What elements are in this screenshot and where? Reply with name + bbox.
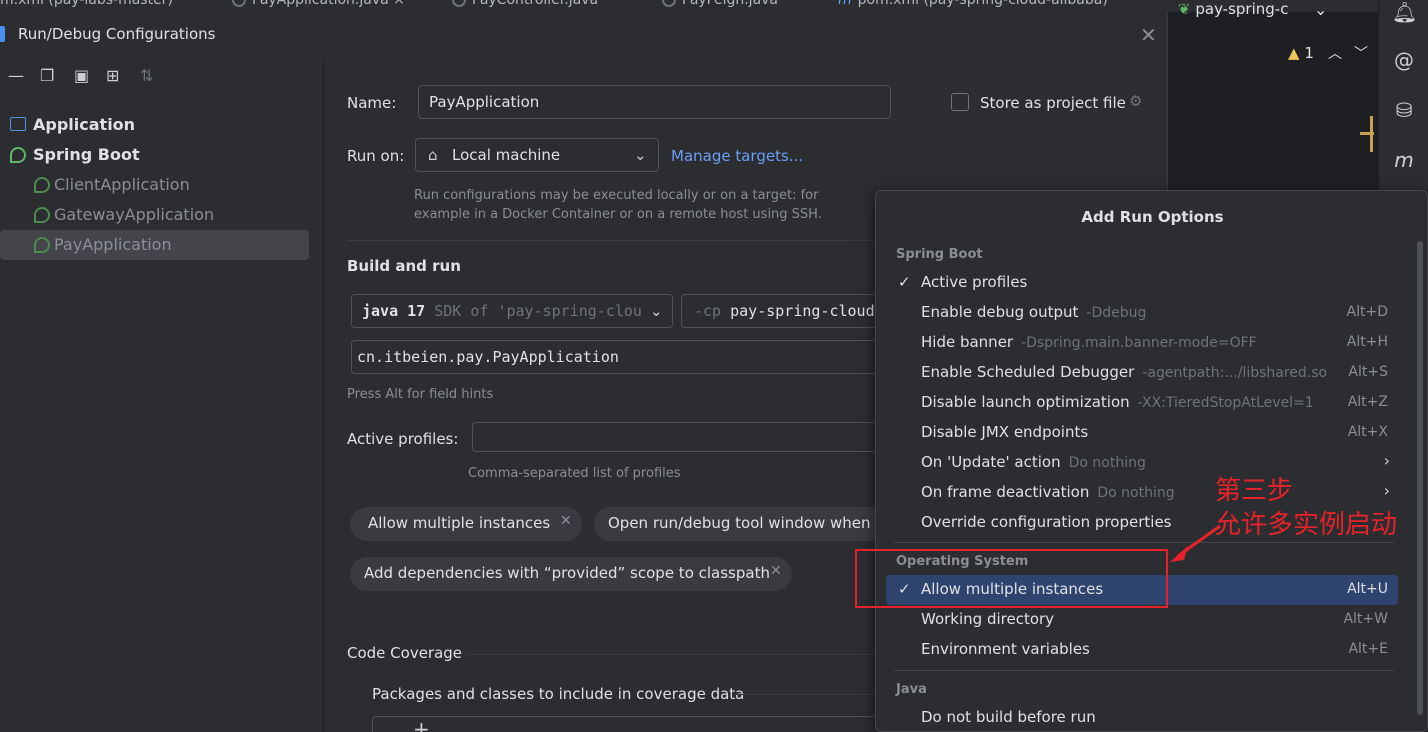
dialog-title: Run/Debug Configurations [18,25,216,43]
annotation-highlight-box [855,549,1168,608]
spring-boot-icon [34,207,50,223]
spring-boot-icon [34,237,50,253]
name-label: Name: [347,94,397,112]
application-icon [10,117,26,131]
main-class-field[interactable]: cn.itbeien.pay.PayApplication [351,340,881,374]
chevron-down-icon: ⌄ [634,146,647,164]
tree-item-application[interactable]: Application [0,110,309,140]
annotation-arrow [1170,524,1221,562]
editor-tab[interactable]: PayApplication.java × [232,0,405,8]
change-marker [1360,132,1374,135]
store-project-label: Store as project file [980,94,1126,112]
class-icon [232,0,246,7]
divider [467,654,877,655]
tree-item-config-selected[interactable]: PayApplication [0,230,309,260]
maven-icon: m [838,0,852,8]
sort-icon[interactable]: ⇅ [140,66,153,85]
close-icon[interactable]: ✕ [1140,23,1157,47]
group-header: Spring Boot [896,247,983,262]
gear-icon[interactable]: ⚙ [1129,92,1142,110]
option-working-directory[interactable]: Working directory Alt+W [886,605,1398,635]
config-tree-pane: — ❐ ▣ ⊞ ⇅ Application Spring Boot Client… [0,58,324,732]
run-on-hint: Run configurations may be executed local… [414,188,819,203]
section-title: Code Coverage [347,644,463,662]
jdk-select[interactable]: java 17 SDK of 'pay-spring-clou ⌄ [351,294,673,328]
warning-indicator[interactable]: ▲ 1 [1288,44,1314,62]
run-on-label: Run on: [347,147,405,165]
editor-tab-bar: m.xml (pay-labs-master) PayApplication.j… [0,0,1378,12]
option-disable-jmx[interactable]: Disable JMX endpoints Alt+X [886,418,1398,448]
active-profiles-field[interactable] [472,422,881,452]
popup-title: Add Run Options [1081,208,1224,226]
tree-item-spring-boot[interactable]: Spring Boot [0,140,309,170]
divider [894,542,1394,543]
option-enable-debug-output[interactable]: Enable debug output -Ddebug Alt+D [886,298,1398,328]
chip-allow-multiple[interactable]: Allow multiple instances ✕ [350,507,582,541]
group-header: Java [896,682,927,697]
name-field[interactable]: PayApplication [418,85,891,119]
editor-tab[interactable]: m pom.xml (pay-spring-cloud-alibaba) [838,0,1108,8]
classpath-select[interactable]: -cp pay-spring-cloud [681,294,881,328]
spring-boot-icon [10,147,26,163]
option-do-not-build[interactable]: Do not build before run [886,703,1398,731]
chevron-up-icon[interactable]: ︿ [1328,43,1342,63]
add-icon[interactable]: + [413,717,430,732]
new-folder-icon[interactable]: ⊞ [106,66,119,85]
manage-targets-link[interactable]: Manage targets... [671,147,803,165]
remove-icon[interactable]: — [8,66,24,85]
chevron-down-icon: ⌄ [650,302,663,320]
dialog-title-bar: Run/Debug Configurations ✕ [0,12,1168,58]
option-scheduled-debugger[interactable]: Enable Scheduled Debugger -agentpath:.../… [886,358,1398,388]
coverage-list: + [372,716,882,732]
close-icon[interactable]: ✕ [770,563,782,579]
class-icon [452,0,466,7]
tree-item-config[interactable]: GatewayApplication [0,200,309,230]
run-on-hint: example in a Docker Container or on a re… [414,207,822,222]
annotation-text: 第三步 允许多实例启动 [1215,476,1398,540]
chevron-down-icon[interactable]: ﹀ [1354,43,1368,63]
editor-tab[interactable]: PayController.java [452,0,598,8]
spring-leaf-icon: ❦ [1178,0,1191,18]
home-icon: ⌂ [428,146,438,164]
tree-item-config[interactable]: ClientApplication [0,170,309,200]
database-icon[interactable]: ⛁ [1392,98,1416,122]
popup-scrollbar[interactable] [1417,241,1423,715]
active-profiles-label: Active profiles: [347,430,459,448]
option-hide-banner[interactable]: Hide banner -Dspring.main.banner-mode=OFF… [886,328,1398,358]
divider [894,670,1394,671]
chevron-right-icon: › [1383,451,1390,470]
add-run-options-popup: Add Run Options Spring Boot ✓ Active pro… [875,190,1428,732]
chip-open-tool-window[interactable]: Open run/debug tool window when s [594,507,884,541]
editor-tab[interactable]: PayFeign.java [662,0,778,8]
interface-icon [662,0,676,7]
notifications-icon[interactable]: 🔔︎ [1392,0,1417,24]
field-hint: Press Alt for field hints [347,387,494,402]
section-title: Build and run [347,257,461,275]
check-icon: ✓ [898,273,911,291]
option-environment-variables[interactable]: Environment variables Alt+E [886,635,1398,665]
divider [347,240,877,241]
editor-area [1168,40,1378,190]
run-on-select[interactable]: ⌂ Local machine ⌄ [415,138,659,172]
maven-icon[interactable]: m [1392,148,1416,172]
chip-provided-scope[interactable]: Add dependencies with “provided” scope t… [350,557,792,591]
coverage-label: Packages and classes to include in cover… [372,685,745,703]
app-icon [0,26,5,42]
spring-boot-icon [34,177,50,193]
chevron-down-icon[interactable]: ⌄ [1314,0,1327,19]
close-tab-icon[interactable]: × [393,0,405,8]
warning-icon: ▲ [1288,44,1300,62]
option-active-profiles[interactable]: ✓ Active profiles [886,268,1398,298]
profiles-hint: Comma-separated list of profiles [468,466,681,481]
save-icon[interactable]: ▣ [74,66,89,85]
editor-tab[interactable]: m.xml (pay-labs-master) [0,0,173,8]
divider [735,694,877,695]
copy-icon[interactable]: ❐ [40,66,54,85]
store-project-checkbox[interactable] [951,93,969,111]
option-disable-launch-optimization[interactable]: Disable launch optimization -XX:TieredSto… [886,388,1398,418]
ai-assistant-icon[interactable]: @ [1392,48,1416,72]
close-icon[interactable]: ✕ [560,513,572,529]
